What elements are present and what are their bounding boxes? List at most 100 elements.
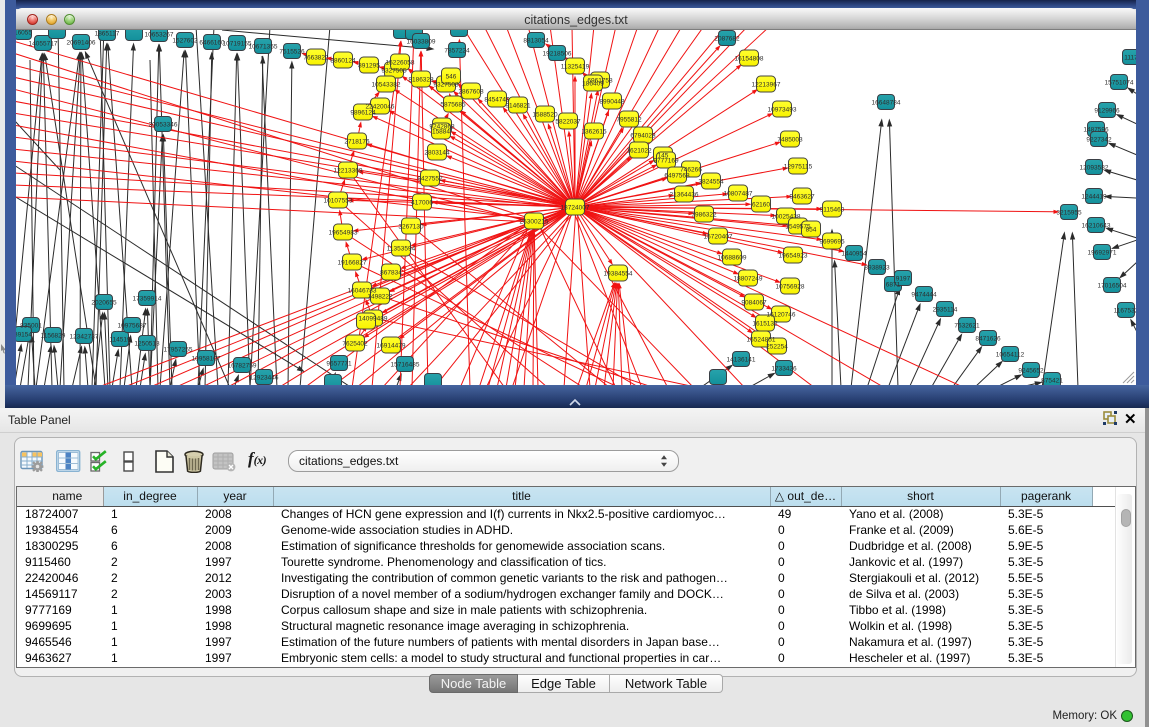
svg-text:16914479: 16914479: [377, 342, 406, 349]
svg-text:9084067: 9084067: [741, 299, 767, 306]
svg-text:2803144: 2803144: [424, 149, 450, 156]
svg-text:15524851: 15524851: [747, 336, 776, 343]
svg-text:9657771: 9657771: [326, 360, 352, 367]
svg-text:15226058: 15226058: [386, 59, 415, 66]
svg-text:9146821: 9146821: [505, 102, 531, 109]
svg-text:10688609: 10688609: [718, 254, 747, 261]
svg-text:9245652: 9245652: [1018, 367, 1044, 374]
svg-text:8990448: 8990448: [599, 98, 625, 105]
svg-text:8427552: 8427552: [417, 175, 443, 182]
svg-text:10671355: 10671355: [249, 43, 278, 50]
svg-text:15720407: 15720407: [704, 233, 733, 240]
svg-text:17359914: 17359914: [133, 295, 162, 302]
svg-text:1865117: 1865117: [95, 30, 120, 37]
svg-text:14136141: 14136141: [727, 356, 756, 363]
svg-text:1156829: 1156829: [41, 332, 66, 339]
svg-text:16120746: 16120746: [767, 311, 796, 318]
svg-text:8813054: 8813054: [523, 37, 549, 44]
svg-text:12342737: 12342737: [70, 333, 99, 340]
svg-text:7955812: 7955812: [616, 116, 642, 123]
svg-text:2087682: 2087682: [714, 35, 740, 42]
svg-text:8186328: 8186328: [408, 76, 434, 83]
svg-text:14099489: 14099489: [359, 315, 388, 322]
svg-text:16210643: 16210643: [1082, 222, 1111, 229]
svg-text:14055717: 14055717: [29, 40, 58, 47]
svg-text:1117: 1117: [1124, 54, 1136, 61]
svg-text:1498222: 1498222: [367, 293, 393, 300]
svg-text:10973493: 10973493: [768, 106, 797, 113]
svg-text:546: 546: [446, 73, 457, 80]
svg-text:19384554: 19384554: [604, 270, 633, 277]
svg-text:1167532: 1167532: [1114, 307, 1136, 314]
svg-text:9197: 9197: [896, 275, 911, 282]
svg-text:1621022: 1621022: [626, 147, 652, 154]
svg-text:19654983: 19654983: [329, 229, 358, 236]
svg-text:11353594: 11353594: [387, 245, 416, 252]
svg-text:891295: 891295: [358, 62, 380, 69]
svg-text:7632621: 7632621: [954, 322, 980, 329]
svg-text:6871: 6871: [886, 281, 901, 288]
svg-text:16033809: 16033809: [407, 38, 436, 45]
svg-text:2935114: 2935114: [933, 306, 958, 313]
svg-text:186409: 186409: [582, 80, 604, 87]
svg-text:9463627: 9463627: [789, 193, 815, 200]
svg-text:854: 854: [806, 226, 817, 233]
svg-text:1733426: 1733426: [771, 365, 797, 372]
svg-text:15751074: 15751074: [1105, 79, 1134, 86]
svg-text:6466160: 6466160: [199, 39, 225, 46]
svg-text:9896124: 9896124: [350, 109, 376, 116]
svg-text:8471626: 8471626: [975, 335, 1001, 342]
svg-text:21364436: 21364436: [670, 191, 699, 198]
svg-text:1588520: 1588520: [532, 111, 558, 118]
svg-text:18724007: 18724007: [561, 204, 590, 211]
svg-text:875421: 875421: [1041, 377, 1063, 384]
svg-text:10756928: 10756928: [776, 283, 805, 290]
svg-text:1440954: 1440954: [841, 250, 867, 257]
svg-text:10025438: 10025438: [772, 213, 801, 220]
svg-text:9777169: 9777169: [653, 157, 679, 164]
svg-text:2867608: 2867608: [458, 88, 484, 95]
svg-text:114519: 114519: [109, 336, 131, 343]
svg-text:17957255: 17957255: [164, 346, 193, 353]
svg-text:7625402: 7625402: [342, 340, 368, 347]
svg-text:1244419: 1244419: [1081, 193, 1107, 200]
svg-text:19692971: 19692971: [1088, 249, 1117, 256]
svg-text:17016504: 17016504: [1098, 282, 1127, 289]
svg-text:5875685: 5875685: [440, 101, 466, 108]
svg-text:12975115: 12975115: [784, 163, 813, 170]
svg-text:10654112: 10654112: [996, 351, 1025, 358]
svg-text:10543382: 10543382: [372, 81, 401, 88]
svg-text:1487596: 1487596: [1083, 126, 1109, 133]
svg-text:835001: 835001: [20, 322, 42, 329]
svg-text:10975687: 10975687: [118, 322, 147, 329]
svg-text:1362615: 1362615: [581, 128, 607, 135]
svg-text:20053346: 20053346: [149, 121, 178, 128]
svg-text:5822037: 5822037: [555, 118, 581, 125]
svg-text:10807487: 10807487: [724, 190, 753, 197]
svg-text:9115460: 9115460: [820, 206, 845, 213]
svg-text:12923446: 12923446: [250, 374, 279, 381]
svg-text:7515526: 7515526: [279, 48, 305, 55]
svg-text:9474444: 9474444: [911, 291, 937, 298]
svg-text:1615132: 1615132: [752, 320, 778, 327]
svg-text:16154808: 16154808: [735, 55, 764, 62]
svg-text:16782759: 16782759: [228, 362, 257, 369]
svg-text:16648784: 16648784: [872, 99, 901, 106]
svg-text:252254: 252254: [766, 343, 788, 350]
svg-text:12093582: 12093582: [1080, 164, 1109, 171]
svg-text:6794028: 6794028: [630, 132, 656, 139]
svg-text:7663822: 7663822: [303, 54, 329, 61]
svg-text:7986322: 7986322: [691, 211, 717, 218]
svg-text:9327508: 9327508: [433, 81, 459, 88]
svg-text:9227342: 9227342: [1086, 136, 1112, 143]
svg-text:3215955: 3215955: [1056, 209, 1082, 216]
svg-text:12213369: 12213369: [334, 167, 363, 174]
svg-text:9129966: 9129966: [1094, 107, 1120, 114]
svg-text:20691406: 20691406: [67, 39, 96, 46]
svg-text:8860124: 8860124: [330, 57, 356, 64]
svg-text:7857224: 7857224: [444, 47, 470, 54]
svg-text:2020655: 2020655: [91, 299, 117, 306]
svg-text:9327505: 9327505: [381, 67, 407, 74]
svg-text:62160: 62160: [752, 201, 770, 208]
svg-text:1250513: 1250513: [134, 340, 160, 347]
